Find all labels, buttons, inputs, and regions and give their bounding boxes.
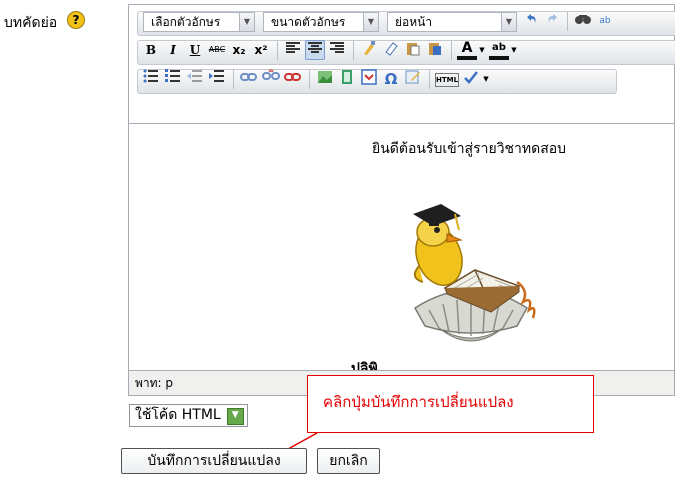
toolbar-separator	[451, 41, 452, 60]
element-path: พาท: p	[135, 376, 174, 390]
image-icon[interactable]	[315, 69, 335, 89]
align-center-icon[interactable]	[305, 40, 325, 60]
eraser-icon[interactable]	[381, 40, 401, 60]
anchor-icon[interactable]	[283, 69, 303, 89]
italic-button[interactable]: I	[163, 40, 183, 60]
font-family-select[interactable]: เลือกตัวอักษร ▼	[143, 12, 255, 32]
toolbar-separator	[309, 70, 310, 89]
paste-icon[interactable]	[403, 40, 423, 60]
chevron-down-icon: ▼	[501, 13, 516, 31]
chevron-down-icon: ▼	[363, 13, 378, 31]
highlight-color-button[interactable]: ab	[489, 40, 509, 60]
chevron-down-icon: ▼	[239, 13, 254, 31]
special-char-button[interactable]: Ω	[381, 69, 401, 89]
unlink-icon[interactable]	[261, 69, 281, 89]
instruction-callout: คลิกปุ่มบันทึกการเปลี่ยนแปลง	[307, 375, 594, 433]
replace-icon[interactable]: ab	[595, 11, 615, 31]
bird-reading-book-illustration	[413, 204, 536, 342]
toolbar-row-1: เลือกตัวอักษร ▼ ขนาดตัวอักษร ▼ ย่อหน้า ▼…	[137, 9, 675, 37]
numbered-list-icon[interactable]	[163, 69, 183, 89]
callout-text: คลิกปุ่มบันทึกการเปลี่ยนแปลง	[323, 393, 514, 411]
html-editor: เลือกตัวอักษร ▼ ขนาดตัวอักษร ▼ ย่อหน้า ▼…	[128, 4, 675, 396]
welcome-text: ยินดีต้อนรับเข้าสู่รายวิชาทดสอบ	[372, 141, 567, 157]
cancel-button[interactable]: ยกเลิก	[317, 448, 380, 474]
chevron-down-icon: ▼	[226, 408, 244, 425]
media-icon[interactable]	[337, 69, 357, 89]
bold-button[interactable]: B	[141, 40, 161, 60]
outdent-icon[interactable]	[185, 69, 205, 89]
save-changes-button[interactable]: บันทึกการเปลี่ยนแปลง	[121, 448, 307, 474]
indent-icon[interactable]	[207, 69, 227, 89]
bullet-list-icon[interactable]	[141, 69, 161, 89]
font-size-select[interactable]: ขนาดตัวอักษร ▼	[263, 12, 379, 32]
text-color-button[interactable]: A	[457, 40, 477, 60]
underline-button[interactable]: U	[185, 40, 205, 60]
toolbar-separator	[429, 70, 430, 89]
chevron-down-icon[interactable]: ▼	[481, 69, 491, 89]
undo-icon[interactable]	[521, 11, 541, 31]
toolbar-separator	[233, 70, 234, 89]
superscript-button[interactable]: x²	[251, 40, 271, 60]
edit-icon[interactable]	[403, 69, 423, 89]
toolbar-separator	[277, 41, 278, 60]
find-icon[interactable]	[573, 11, 593, 31]
font-size-value: ขนาดตัวอักษร	[271, 15, 346, 29]
paragraph-format-value: ย่อหน้า	[395, 15, 433, 29]
redo-icon[interactable]	[543, 11, 563, 31]
link-icon[interactable]	[239, 69, 259, 89]
paste-word-icon[interactable]	[425, 40, 445, 60]
align-left-icon[interactable]	[283, 40, 303, 60]
html-toggle-label: ใช้โค้ด HTML	[135, 407, 221, 423]
strikethrough-button[interactable]: ABC	[207, 40, 227, 60]
chevron-down-icon[interactable]: ▼	[509, 40, 519, 60]
toolbar-row-3: Ω HTML ▼	[137, 67, 674, 95]
cleanup-brush-icon[interactable]	[359, 40, 379, 60]
summary-label: บทคัดย่อ	[4, 15, 58, 31]
chevron-down-icon[interactable]: ▼	[477, 40, 487, 60]
align-right-icon[interactable]	[327, 40, 347, 60]
spellcheck-icon[interactable]	[461, 69, 481, 89]
paragraph-format-select[interactable]: ย่อหน้า ▼	[387, 12, 517, 32]
html-source-button[interactable]: HTML	[435, 73, 459, 87]
table-icon[interactable]	[359, 69, 379, 89]
toolbar-separator	[567, 12, 568, 31]
font-family-value: เลือกตัวอักษร	[151, 15, 221, 29]
editor-content-area[interactable]: ยินดีต้อนรับเข้าสู่รายวิชาทดสอบ ปลิพิ...…	[129, 123, 674, 371]
subscript-button[interactable]: x₂	[229, 40, 249, 60]
help-icon[interactable]: ?	[67, 11, 85, 29]
toolbar-row-2: B I U ABC x₂ x² A ▼ ab ▼	[137, 38, 675, 66]
toolbar-separator	[353, 41, 354, 60]
use-html-toggle[interactable]: ใช้โค้ด HTML ▼	[129, 404, 248, 427]
